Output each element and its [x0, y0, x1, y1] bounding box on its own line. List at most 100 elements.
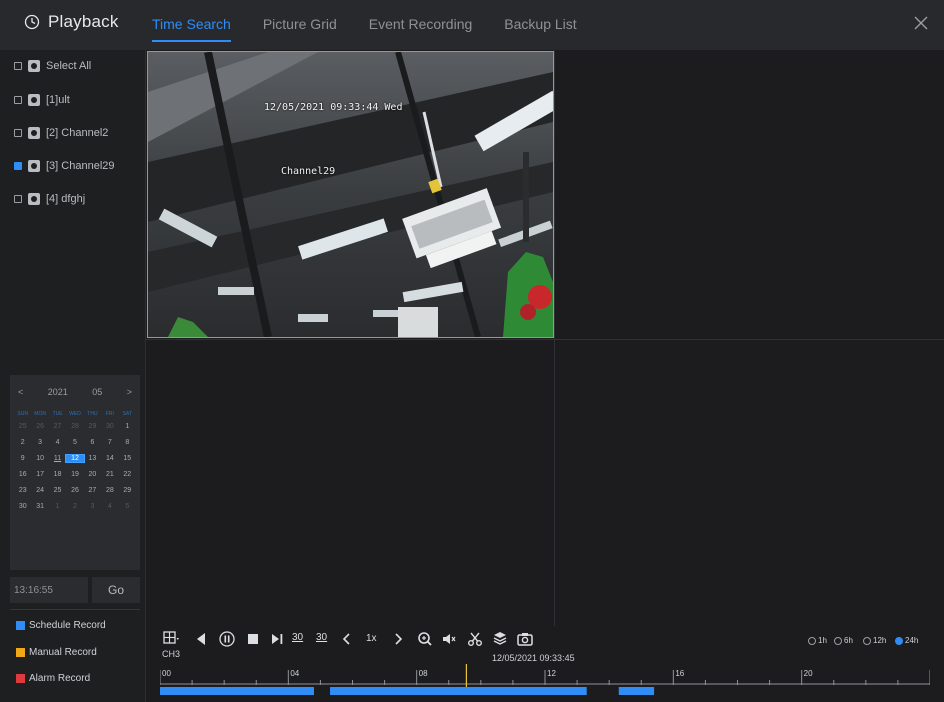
calendar-day[interactable]: 19 — [66, 471, 83, 478]
divider — [10, 609, 140, 610]
zoom-in-icon[interactable] — [416, 630, 434, 648]
video-pane-1[interactable]: 12/05/2021 09:33:44 Wed Channel29 — [147, 51, 554, 338]
tab-time-search[interactable]: Time Search — [152, 0, 231, 50]
tab-picture-grid[interactable]: Picture Grid — [263, 0, 337, 50]
calendar-day[interactable]: 9 — [14, 455, 31, 462]
range-label: 24h — [905, 636, 919, 645]
timeline-hour-label: 00 — [162, 669, 171, 678]
calendar-day[interactable]: 24 — [31, 487, 48, 494]
calendar-day[interactable]: 4 — [101, 503, 118, 510]
range-radio[interactable] — [895, 636, 903, 645]
channel-item[interactable]: [2] Channel2 — [14, 124, 108, 142]
calendar-day[interactable]: 30 — [101, 423, 118, 430]
range-1h[interactable]: 1h — [808, 636, 827, 645]
go-button[interactable]: Go — [92, 577, 140, 603]
channel-item[interactable]: [3] Channel29 — [14, 157, 115, 175]
slow-down-icon[interactable] — [338, 630, 356, 648]
tab-event-recording[interactable]: Event Recording — [369, 0, 473, 50]
calendar-day[interactable]: 5 — [66, 439, 83, 446]
calendar-day[interactable]: 29 — [84, 423, 101, 430]
calendar-day[interactable]: 23 — [14, 487, 31, 494]
select-all-row[interactable]: Select All — [14, 57, 91, 75]
calendar-day[interactable]: 28 — [101, 487, 118, 494]
calendar-day[interactable]: 1 — [49, 503, 66, 510]
range-6h[interactable]: 6h — [834, 636, 853, 645]
clip-scissors-icon[interactable] — [466, 630, 484, 648]
range-radio[interactable] — [808, 636, 816, 645]
reverse-play-icon[interactable] — [192, 630, 210, 648]
channel-checkbox[interactable] — [14, 129, 22, 137]
calendar-day[interactable]: 29 — [119, 487, 136, 494]
channel-item[interactable]: [1]ult — [14, 91, 70, 109]
calendar-day[interactable]: 16 — [14, 471, 31, 478]
channel-checkbox[interactable] — [14, 162, 22, 170]
calendar-day[interactable]: 18 — [49, 471, 66, 478]
calendar-day[interactable]: 25 — [49, 487, 66, 494]
top-bar: Playback Time Search Picture Grid Event … — [0, 0, 944, 50]
calendar-day[interactable]: 14 — [101, 455, 118, 462]
tab-backup-list[interactable]: Backup List — [504, 0, 576, 50]
calendar-day[interactable]: 17 — [31, 471, 48, 478]
calendar-day[interactable]: 27 — [49, 423, 66, 430]
channel-checkbox[interactable] — [14, 96, 22, 104]
calendar-day[interactable]: 3 — [84, 503, 101, 510]
calendar-year[interactable]: 2021 — [48, 387, 68, 397]
calendar-day[interactable]: 5 — [119, 503, 136, 510]
calendar-day[interactable]: 10 — [31, 455, 48, 462]
step-forward-icon[interactable] — [268, 630, 286, 648]
calendar-day[interactable]: 26 — [66, 487, 83, 494]
snapshot-camera-icon[interactable] — [516, 630, 534, 648]
calendar-day[interactable]: 7 — [101, 439, 118, 446]
close-icon[interactable] — [912, 14, 930, 32]
camera-icon — [28, 193, 40, 205]
calendar-day[interactable]: 8 — [119, 439, 136, 446]
calendar-day[interactable]: 3 — [31, 439, 48, 446]
forward-30s-button[interactable]: 30 — [316, 632, 327, 643]
split-screen-icon[interactable] — [162, 630, 180, 648]
video-grid: 12/05/2021 09:33:44 Wed Channel29 — [146, 50, 944, 626]
calendar-day[interactable]: 13 — [84, 455, 101, 462]
rewind-30s-button[interactable]: 30 — [292, 632, 303, 643]
calendar-day[interactable]: 27 — [84, 487, 101, 494]
calendar-weekday: THU — [87, 411, 98, 417]
calendar-day[interactable]: 15 — [119, 455, 136, 462]
select-all-checkbox[interactable] — [14, 62, 22, 70]
speed-up-icon[interactable] — [389, 630, 407, 648]
calendar-day[interactable]: 2 — [14, 439, 31, 446]
timeline-bar[interactable]: 00 04 08 12 16 20 — [160, 664, 930, 698]
range-12h[interactable]: 12h — [863, 636, 886, 645]
prev-year-button[interactable]: < — [18, 387, 23, 397]
next-month-button[interactable]: > — [127, 387, 132, 397]
audio-icon[interactable] — [440, 630, 458, 648]
calendar-day[interactable]: 4 — [49, 439, 66, 446]
app-title: Playback — [24, 12, 119, 32]
calendar-day[interactable]: 28 — [66, 423, 83, 430]
goto-time-input[interactable] — [10, 577, 88, 603]
legend-schedule-record: Schedule Record — [16, 620, 106, 631]
range-radio[interactable] — [834, 636, 842, 645]
calendar-day[interactable]: 11 — [49, 455, 66, 462]
calendar-day[interactable]: 30 — [14, 503, 31, 510]
calendar-day[interactable]: 26 — [31, 423, 48, 430]
calendar-day[interactable]: 31 — [31, 503, 48, 510]
calendar-day[interactable]: 22 — [119, 471, 136, 478]
calendar-day[interactable]: 25 — [14, 423, 31, 430]
range-radio[interactable] — [863, 636, 871, 645]
video-pane-4[interactable] — [555, 340, 944, 626]
video-pane-3[interactable] — [146, 340, 554, 626]
calendar-day[interactable]: 21 — [101, 471, 118, 478]
stop-icon[interactable] — [244, 630, 262, 648]
backup-layers-icon[interactable] — [491, 630, 509, 648]
calendar-day[interactable]: 20 — [84, 471, 101, 478]
channel-item[interactable]: [4] dfghj — [14, 190, 85, 208]
range-24h[interactable]: 24h — [895, 636, 918, 645]
video-pane-2[interactable] — [555, 50, 944, 339]
channel-checkbox[interactable] — [14, 195, 22, 203]
split-channel-label: CH3 — [162, 649, 181, 659]
calendar-day[interactable]: 6 — [84, 439, 101, 446]
calendar-day[interactable]: 12 — [65, 454, 85, 463]
calendar-day[interactable]: 2 — [66, 503, 83, 510]
calendar-month[interactable]: 05 — [92, 387, 102, 397]
pause-icon[interactable] — [218, 630, 236, 648]
calendar-day[interactable]: 1 — [119, 423, 136, 430]
